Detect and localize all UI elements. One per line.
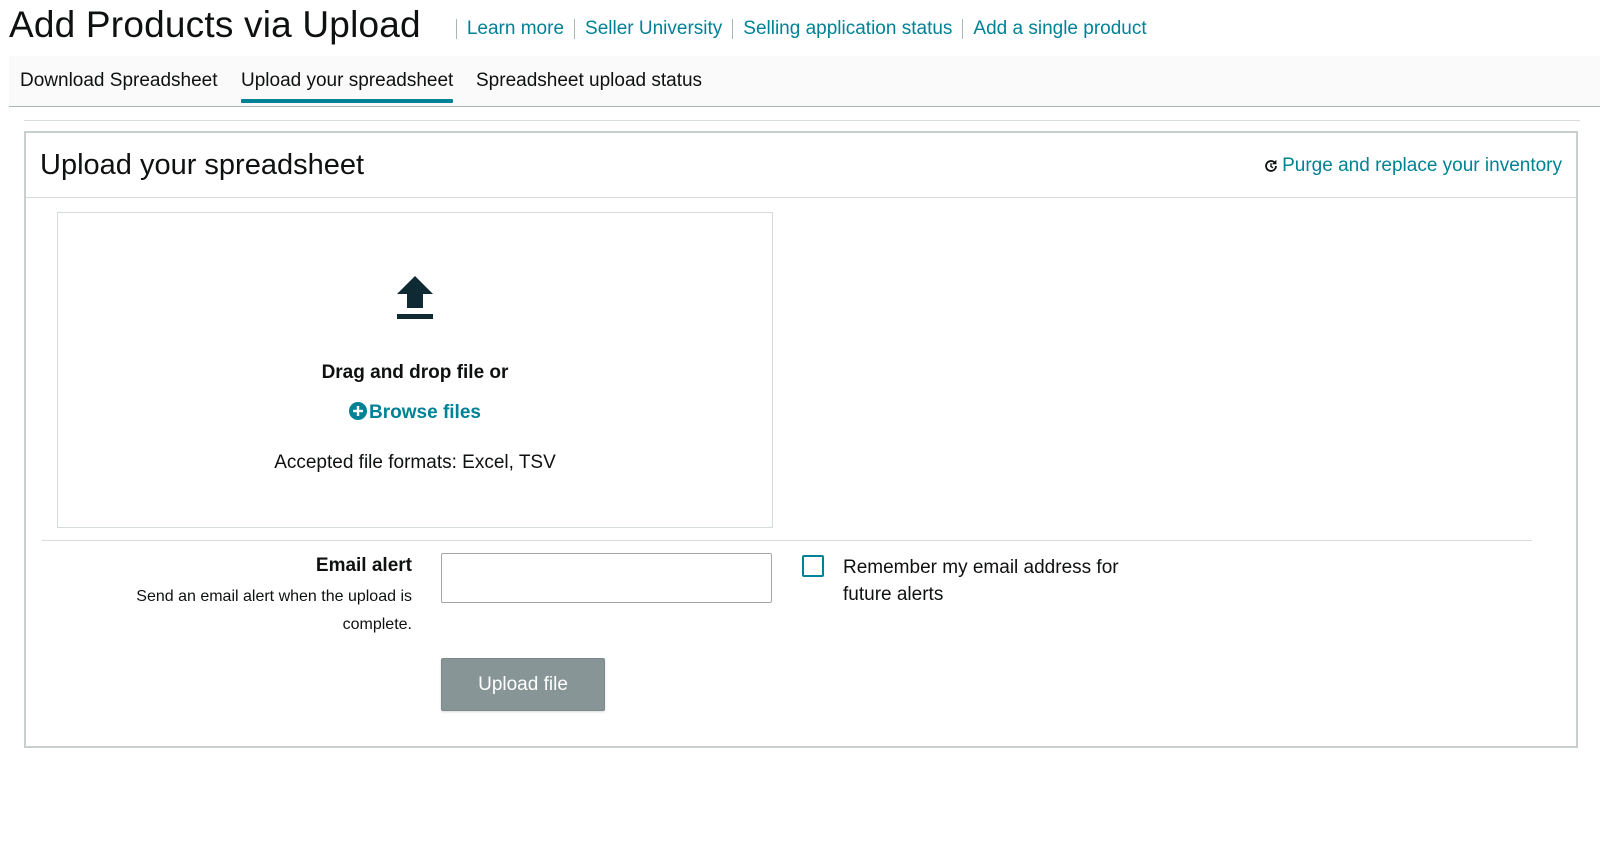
browse-files-label: Browse files [369, 402, 481, 423]
add-single-product-link[interactable]: Add a single product [962, 19, 1156, 39]
panel-title: Upload your spreadsheet [40, 149, 365, 181]
file-dropzone[interactable]: Drag and drop file or Browse files Accep… [57, 212, 773, 528]
drag-drop-text: Drag and drop file or [321, 362, 509, 383]
upload-panel: Upload your spreadsheet Purge and replac… [24, 131, 1578, 748]
tab-bar: Download Spreadsheet Upload your spreads… [9, 56, 1600, 107]
tab-upload-spreadsheet[interactable]: Upload your spreadsheet [241, 70, 454, 103]
tab-spreadsheet-upload-status[interactable]: Spreadsheet upload status [476, 70, 702, 92]
plus-circle-icon [349, 402, 368, 420]
header-links: Learn more Seller University Selling app… [455, 19, 1157, 39]
email-field[interactable] [441, 553, 772, 603]
purge-inventory-link[interactable]: Purge and replace your inventory [1262, 155, 1562, 177]
page-title: Add Products via Upload [9, 4, 421, 45]
upload-file-button[interactable]: Upload file [441, 658, 605, 711]
upload-arrow-icon [397, 276, 433, 319]
selling-application-status-link[interactable]: Selling application status [732, 19, 962, 39]
panel-header: Upload your spreadsheet Purge and replac… [26, 133, 1576, 198]
refresh-icon [1265, 159, 1277, 172]
divider [42, 540, 1532, 541]
accepted-formats-text: Accepted file formats: Excel, TSV [274, 452, 556, 473]
remember-email-label: Remember my email address for future ale… [843, 557, 1119, 605]
email-alert-help: Send an email alert when the upload is c… [136, 588, 412, 633]
page-header: Add Products via Upload Learn more Selle… [9, 4, 1157, 46]
divider [24, 120, 1580, 121]
learn-more-link[interactable]: Learn more [455, 19, 574, 39]
browse-files-button[interactable]: Browse files [58, 402, 772, 424]
purge-inventory-label: Purge and replace your inventory [1282, 155, 1562, 176]
email-alert-label: Email alert [315, 555, 412, 576]
tab-download-spreadsheet[interactable]: Download Spreadsheet [20, 70, 218, 92]
seller-university-link[interactable]: Seller University [574, 19, 732, 39]
remember-email-checkbox[interactable] [802, 555, 824, 577]
